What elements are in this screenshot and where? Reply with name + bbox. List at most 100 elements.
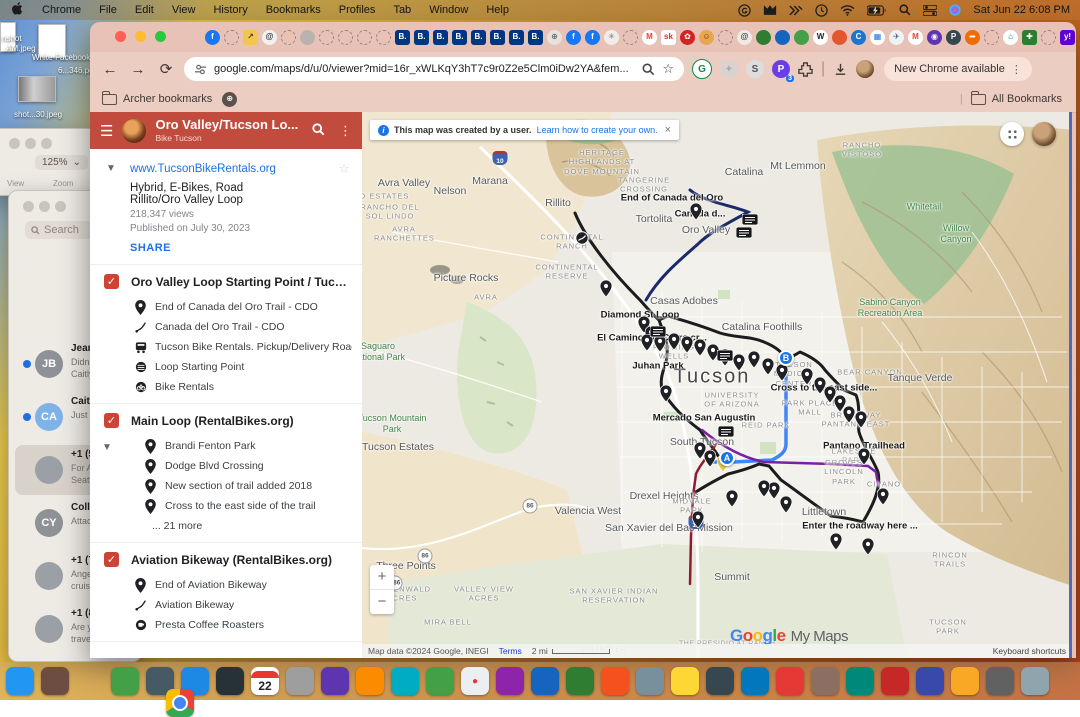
dock-app-icon[interactable] bbox=[391, 667, 419, 695]
browser-tab[interactable] bbox=[319, 30, 334, 45]
menu-item[interactable]: View bbox=[163, 4, 205, 16]
menu-item[interactable]: Window bbox=[420, 4, 477, 16]
map-marker[interactable] bbox=[575, 213, 589, 245]
dock-app-icon[interactable] bbox=[41, 667, 69, 695]
map-marker[interactable] bbox=[736, 209, 752, 239]
map-marker[interactable] bbox=[733, 336, 745, 371]
profile-avatar[interactable] bbox=[856, 60, 874, 78]
legend-item[interactable]: Bike Rentals bbox=[134, 377, 352, 397]
map-marker[interactable] bbox=[877, 470, 889, 505]
dock-app-icon[interactable] bbox=[706, 667, 734, 695]
browser-tab[interactable]: B. bbox=[490, 30, 505, 45]
back-button[interactable]: ← bbox=[100, 61, 120, 78]
browser-tab[interactable]: ✿ bbox=[680, 30, 695, 45]
dock-app-icon[interactable] bbox=[531, 667, 559, 695]
dock-app-icon[interactable] bbox=[1021, 667, 1049, 695]
bookmark-star-icon[interactable]: ☆ bbox=[662, 61, 674, 77]
grammarly-status-icon[interactable] bbox=[738, 4, 751, 17]
map-marker[interactable] bbox=[718, 408, 734, 438]
browser-tab[interactable]: @ bbox=[262, 30, 277, 45]
map-marker[interactable] bbox=[858, 430, 870, 465]
legend-item[interactable]: Tucson Bike Rentals. Pickup/Delivery Roa… bbox=[134, 337, 352, 357]
browser-tab[interactable]: B. bbox=[452, 30, 467, 45]
browser-tab[interactable] bbox=[357, 30, 372, 45]
browser-tab[interactable]: B. bbox=[528, 30, 543, 45]
browser-tab[interactable] bbox=[1041, 30, 1056, 45]
dock-app-icon[interactable] bbox=[986, 667, 1014, 695]
siri-icon[interactable] bbox=[949, 4, 961, 16]
legend-item[interactable]: Aviation Bikeway bbox=[134, 595, 352, 615]
legend-item[interactable]: End of Canada del Oro Trail - CDO bbox=[134, 297, 352, 317]
browser-tab[interactable]: ☺ bbox=[699, 30, 714, 45]
share-button[interactable]: SHARE bbox=[130, 242, 348, 254]
legend-item[interactable]: Canada del Oro Trail - CDO bbox=[134, 317, 352, 337]
map-marker[interactable] bbox=[855, 393, 867, 428]
map-marker[interactable] bbox=[843, 388, 855, 423]
menu-item[interactable]: Profiles bbox=[330, 4, 385, 16]
window-zoom-button[interactable] bbox=[41, 138, 52, 149]
google-apps-button[interactable] bbox=[1000, 122, 1024, 146]
site-settings-icon[interactable] bbox=[194, 63, 207, 76]
map-marker[interactable] bbox=[762, 340, 774, 375]
map-marker[interactable] bbox=[801, 350, 813, 385]
layer-checkbox[interactable]: ✓ bbox=[104, 552, 119, 567]
menu-bar-clock[interactable]: Sat Jun 22 6:08 PM bbox=[973, 4, 1070, 16]
map-marker[interactable] bbox=[668, 315, 680, 350]
window-minimize-button[interactable] bbox=[25, 138, 36, 149]
menu-item[interactable]: Chrome bbox=[33, 4, 90, 16]
browser-tab[interactable]: ⌂ bbox=[1003, 30, 1018, 45]
map-marker[interactable]: B B bbox=[786, 358, 794, 366]
browser-tab[interactable]: f bbox=[566, 30, 581, 45]
all-bookmarks-button[interactable]: All Bookmarks bbox=[992, 93, 1062, 105]
map-marker[interactable] bbox=[780, 478, 792, 513]
map-marker[interactable] bbox=[694, 321, 706, 356]
dock-app-icon[interactable] bbox=[216, 667, 244, 695]
forward-button[interactable]: → bbox=[128, 61, 148, 78]
menu-item[interactable]: Edit bbox=[126, 4, 163, 16]
legend-item[interactable]: Dodge Blvd Crossing bbox=[144, 456, 352, 476]
browser-tab[interactable]: ✳ bbox=[604, 30, 619, 45]
browser-tab[interactable] bbox=[281, 30, 296, 45]
menu-item[interactable]: Help bbox=[477, 4, 518, 16]
chevron-down-icon[interactable]: ▼ bbox=[106, 163, 116, 174]
browser-tab[interactable]: ▦ bbox=[870, 30, 885, 45]
browser-tab[interactable] bbox=[718, 30, 733, 45]
chevron-down-icon[interactable]: ▼ bbox=[102, 442, 112, 453]
map-marker[interactable] bbox=[660, 367, 672, 402]
banner-close-icon[interactable]: × bbox=[665, 124, 671, 136]
legend-item[interactable]: Loop Starting Point bbox=[134, 357, 352, 377]
control-center-icon[interactable] bbox=[923, 5, 937, 16]
desktop-icon-label[interactable]: shot...30.jpeg bbox=[14, 110, 62, 119]
window-minimize-button[interactable] bbox=[135, 31, 146, 42]
browser-tab[interactable]: P bbox=[946, 30, 961, 45]
map-marker[interactable] bbox=[692, 493, 704, 528]
browser-tab[interactable]: B. bbox=[471, 30, 486, 45]
map-marker[interactable] bbox=[830, 515, 842, 550]
map-canvas[interactable]: NCO ESTATESAvra ValleyNelsonMaranaRANCHO… bbox=[362, 112, 1072, 658]
window-close-button[interactable] bbox=[9, 138, 20, 149]
panel-menu-icon[interactable]: ⋮ bbox=[339, 123, 352, 139]
browser-tab[interactable] bbox=[338, 30, 353, 45]
dock-app-icon[interactable]: ● bbox=[461, 667, 489, 695]
chevrons-status-icon[interactable] bbox=[789, 5, 803, 16]
bookmark-favicon[interactable]: ⊕ bbox=[222, 92, 237, 107]
grammarly-extension-icon[interactable]: G bbox=[692, 59, 712, 79]
malwarebytes-icon[interactable] bbox=[763, 4, 777, 16]
zoom-out-button[interactable]: − bbox=[370, 590, 394, 614]
menu-item[interactable]: File bbox=[90, 4, 126, 16]
keyboard-shortcuts-link[interactable]: Keyboard shortcuts bbox=[993, 646, 1066, 656]
dock-app-icon[interactable]: 22 bbox=[251, 667, 279, 695]
banner-learn-link[interactable]: Learn how to create your own. bbox=[537, 125, 658, 135]
legend-item[interactable]: Brandi Fenton Park bbox=[144, 436, 352, 456]
browser-tab[interactable]: @ bbox=[737, 30, 752, 45]
browser-tab[interactable]: M bbox=[908, 30, 923, 45]
window-close-button[interactable] bbox=[23, 201, 34, 212]
browser-tab[interactable]: B. bbox=[433, 30, 448, 45]
zoom-level-control[interactable]: 125% ⌄ bbox=[35, 155, 88, 170]
browser-tab[interactable]: ↗ bbox=[243, 30, 258, 45]
window-zoom-button[interactable] bbox=[55, 201, 66, 212]
browser-tab[interactable]: ◉ bbox=[927, 30, 942, 45]
window-close-button[interactable] bbox=[115, 31, 126, 42]
map-marker[interactable] bbox=[704, 432, 716, 467]
map-marker[interactable] bbox=[690, 185, 702, 220]
